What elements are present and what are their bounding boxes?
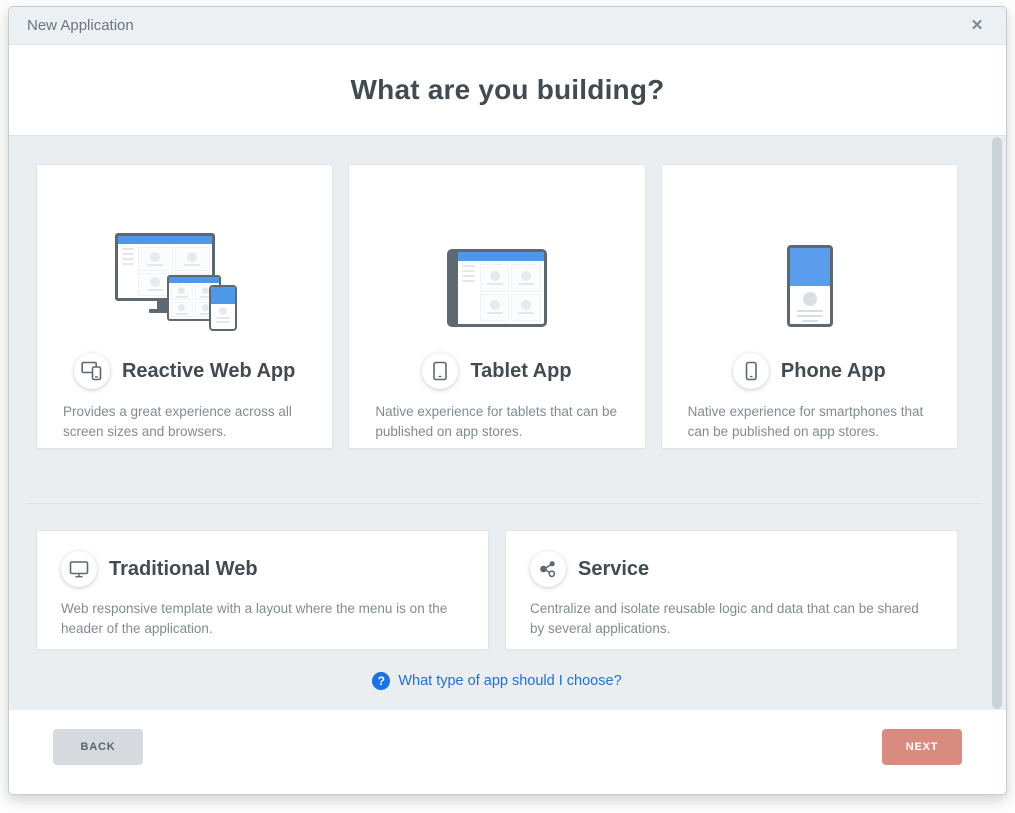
phone-graphic <box>209 285 237 331</box>
tablet-illustration <box>349 165 644 337</box>
secondary-card-row: Traditional Web Web responsive template … <box>36 530 958 650</box>
devices-icon <box>74 353 110 389</box>
card-title: Traditional Web <box>109 558 258 581</box>
card-title: Tablet App <box>470 360 571 383</box>
card-title: Phone App <box>781 360 886 383</box>
card-title: Service <box>578 558 649 581</box>
next-button[interactable]: NEXT <box>882 729 962 765</box>
help-link[interactable]: What type of app should I choose? <box>398 673 621 689</box>
back-button[interactable]: BACK <box>53 729 143 765</box>
help-question-icon[interactable]: ? <box>372 672 390 690</box>
dialog-titlebar: New Application ✕ <box>9 7 1006 45</box>
card-description: Native experience for smartphones that c… <box>662 402 957 441</box>
primary-card-row: Reactive Web App Provides a great experi… <box>36 164 958 449</box>
scrollbar-thumb[interactable] <box>992 137 1002 709</box>
card-description: Centralize and isolate reusable logic an… <box>530 599 933 638</box>
section-divider <box>26 503 982 504</box>
dialog-title: New Application <box>27 17 134 34</box>
card-title: Reactive Web App <box>122 360 295 383</box>
phone-icon <box>733 353 769 389</box>
card-tablet-app[interactable]: Tablet App Native experience for tablets… <box>348 164 645 449</box>
card-description: Native experience for tablets that can b… <box>349 402 644 441</box>
card-traditional-web[interactable]: Traditional Web Web responsive template … <box>36 530 489 650</box>
close-icon[interactable]: ✕ <box>966 15 988 37</box>
tablet-icon <box>422 353 458 389</box>
card-reactive-web-app[interactable]: Reactive Web App Provides a great experi… <box>36 164 333 449</box>
tablet-landscape-graphic <box>447 249 547 327</box>
card-phone-app[interactable]: Phone App Native experience for smartpho… <box>661 164 958 449</box>
dialog-footer: BACK NEXT <box>9 710 1006 794</box>
card-description: Web responsive template with a layout wh… <box>61 599 464 638</box>
phone-portrait-graphic <box>787 245 833 327</box>
card-service[interactable]: Service Centralize and isolate reusable … <box>505 530 958 650</box>
page-title: What are you building? <box>351 74 665 106</box>
phone-illustration <box>662 165 957 337</box>
dialog-body: Reactive Web App Provides a great experi… <box>9 135 1006 710</box>
new-application-dialog: New Application ✕ What are you building? <box>8 6 1007 795</box>
help-row: ? What type of app should I choose? <box>36 672 958 690</box>
reactive-illustration <box>37 165 332 337</box>
service-nodes-icon <box>530 551 566 587</box>
monitor-icon <box>61 551 97 587</box>
card-description: Provides a great experience across all s… <box>37 402 332 441</box>
heading-section: What are you building? <box>9 45 1006 135</box>
